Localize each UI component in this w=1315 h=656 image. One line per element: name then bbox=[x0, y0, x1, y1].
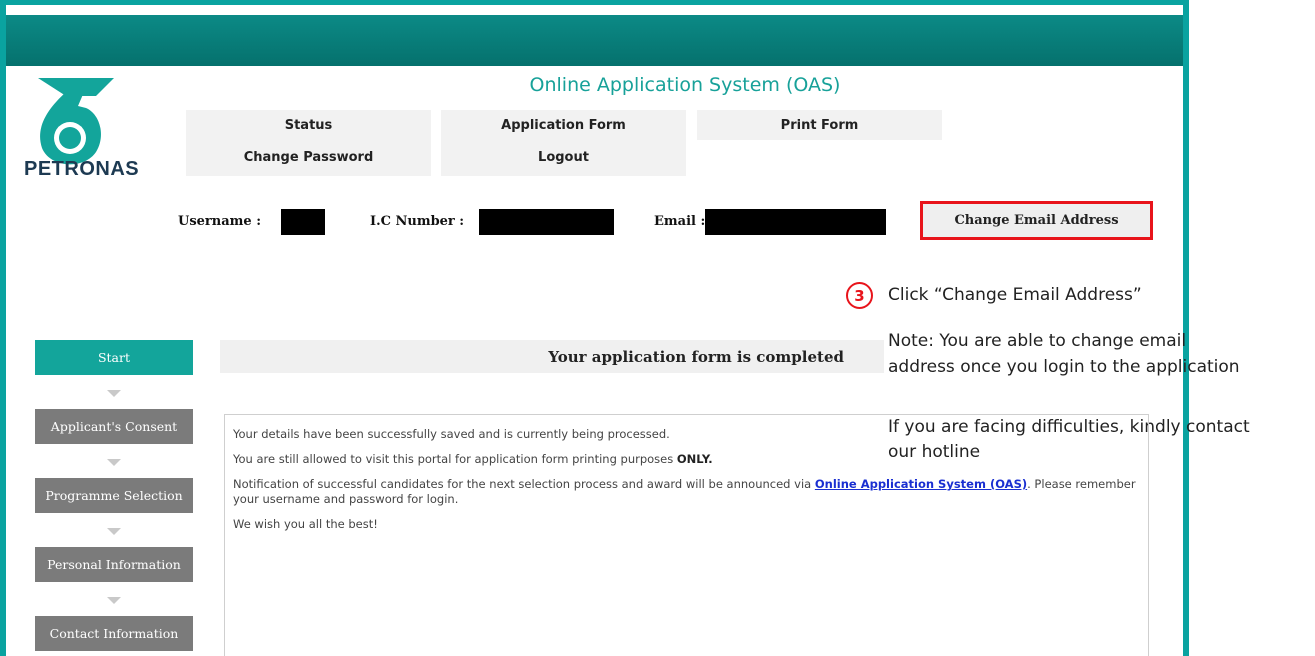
menu-logout[interactable]: Logout bbox=[441, 150, 686, 165]
step-programme-selection[interactable]: Programme Selection bbox=[35, 478, 193, 513]
ic-number-redacted bbox=[479, 209, 614, 235]
change-email-button[interactable]: Change Email Address bbox=[920, 201, 1153, 240]
step-arrow-icon bbox=[107, 390, 121, 397]
step-start[interactable]: Start bbox=[35, 340, 193, 375]
content-line-2: You are still allowed to visit this port… bbox=[233, 452, 1140, 467]
callout-note-line1: Note: You are able to change email bbox=[888, 331, 1187, 351]
step-number-badge: 3 bbox=[846, 282, 873, 309]
email-redacted bbox=[705, 209, 886, 235]
callout-note-line2: address once you login to the applicatio… bbox=[888, 357, 1240, 377]
page-title: Online Application System (OAS) bbox=[529, 74, 841, 96]
header-band bbox=[6, 15, 1183, 66]
menu-status[interactable]: Status bbox=[186, 118, 431, 133]
ic-number-label: I.C Number : bbox=[370, 214, 465, 229]
step-arrow-icon bbox=[107, 597, 121, 604]
content-line-3: Notification of successful candidates fo… bbox=[233, 477, 1140, 507]
oas-link[interactable]: Online Application System (OAS) bbox=[815, 477, 1027, 491]
content-line-2-text: You are still allowed to visit this port… bbox=[233, 452, 677, 466]
menu-application-form[interactable]: Application Form bbox=[441, 118, 686, 133]
email-label: Email : bbox=[654, 214, 706, 229]
step-arrow-icon bbox=[107, 528, 121, 535]
step-arrow-icon bbox=[107, 459, 121, 466]
content-line-1: Your details have been successfully save… bbox=[233, 427, 670, 441]
step-personal-information[interactable]: Personal Information bbox=[35, 547, 193, 582]
content-box: Your details have been successfully save… bbox=[224, 414, 1149, 656]
username-label: Username : bbox=[178, 214, 262, 229]
menu-column-2: Application Form Logout bbox=[441, 110, 686, 176]
content-line-4: We wish you all the best! bbox=[233, 517, 378, 531]
content-heading: Your application form is completed bbox=[220, 340, 884, 373]
username-redacted bbox=[281, 209, 325, 235]
menu-change-password[interactable]: Change Password bbox=[186, 150, 431, 165]
step-contact-information[interactable]: Contact Information bbox=[35, 616, 193, 651]
menu-column-1: Status Change Password bbox=[186, 110, 431, 176]
step-applicants-consent[interactable]: Applicant's Consent bbox=[35, 409, 193, 444]
logo-text: PETRONAS bbox=[24, 158, 140, 180]
content-line-2-bold: ONLY. bbox=[676, 452, 713, 466]
callout-instruction: Click “Change Email Address” bbox=[888, 285, 1142, 305]
content-line-3-text: Notification of successful candidates fo… bbox=[233, 477, 815, 491]
menu-print-form[interactable]: Print Form bbox=[697, 110, 942, 140]
